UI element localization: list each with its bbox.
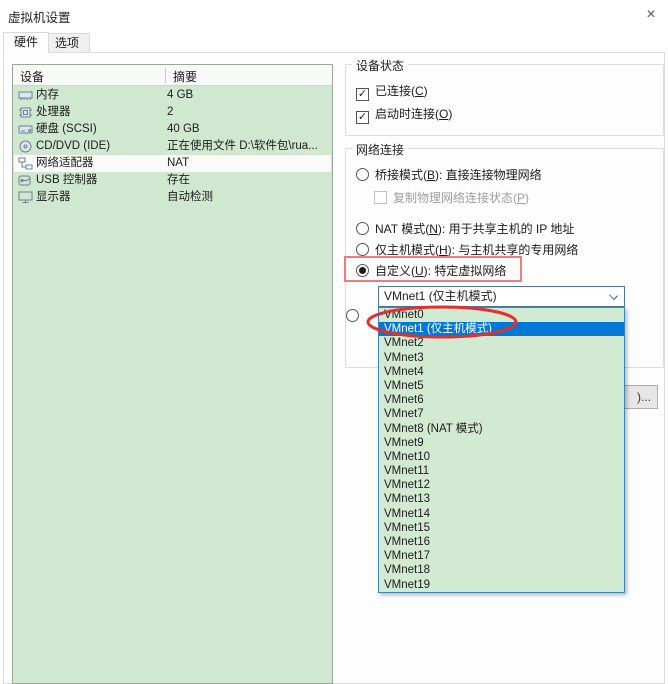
checkbox-unchecked-icon bbox=[374, 191, 387, 204]
dropdown-item[interactable]: VMnet10 bbox=[379, 450, 624, 464]
tab-options[interactable]: 选项 bbox=[44, 33, 91, 53]
dropdown-item[interactable]: VMnet7 bbox=[379, 407, 624, 421]
column-divider bbox=[165, 68, 166, 83]
device-row-harddisk[interactable]: 硬盘 (SCSI) 40 GB bbox=[14, 121, 331, 138]
radio-bridged[interactable]: 桥接模式(B): 直接连接物理网络 bbox=[356, 166, 542, 183]
device-row-display[interactable]: 显示器 自动检测 bbox=[14, 189, 331, 206]
radio-icon bbox=[356, 222, 369, 235]
radio-nat[interactable]: NAT 模式(N): 用于共享主机的 IP 地址 bbox=[356, 220, 574, 237]
device-status-group-label: 设备状态 bbox=[352, 57, 409, 74]
dropdown-item[interactable]: VMnet18 bbox=[379, 563, 624, 577]
vmnet-dropdown-list[interactable]: VMnet0 VMnet1 (仅主机模式) VMnet2 VMnet3 VMne… bbox=[378, 307, 625, 593]
dropdown-item[interactable]: VMnet2 bbox=[379, 336, 624, 350]
checkbox-checked-icon: ✓ bbox=[356, 111, 369, 124]
checkbox-replicate-state[interactable]: 复制物理网络连接状态(P) bbox=[374, 189, 529, 206]
device-row-network-adapter[interactable]: 网络适配器 NAT bbox=[14, 155, 331, 172]
cd-dvd-icon bbox=[18, 140, 33, 153]
device-row-processor[interactable]: 处理器 2 bbox=[14, 104, 331, 121]
device-row-cd-dvd[interactable]: CD/DVD (IDE) 正在使用文件 D:\软件包\rua... bbox=[14, 138, 331, 155]
processor-icon bbox=[18, 106, 33, 119]
radio-custom[interactable]: 自定义(U): 特定虚拟网络 bbox=[356, 262, 506, 279]
dropdown-item[interactable]: VMnet8 (NAT 模式) bbox=[379, 422, 624, 436]
dropdown-item[interactable]: VMnet4 bbox=[379, 365, 624, 379]
dropdown-item-selected[interactable]: VMnet1 (仅主机模式) bbox=[379, 322, 624, 337]
memory-icon bbox=[18, 89, 33, 102]
device-row-memory[interactable]: 内存 4 GB bbox=[14, 87, 331, 104]
chevron-down-icon bbox=[609, 291, 618, 300]
column-header-summary: 摘要 bbox=[173, 70, 198, 84]
radio-selected-icon bbox=[356, 264, 369, 277]
device-row-usb-controller[interactable]: USB 控制器 存在 bbox=[14, 172, 331, 189]
window-title: 虚拟机设置 bbox=[8, 11, 71, 25]
vmnet-combobox[interactable]: VMnet1 (仅主机模式) bbox=[378, 286, 625, 307]
network-connection-group-label: 网络连接 bbox=[352, 141, 409, 158]
radio-lan-segment[interactable] bbox=[346, 309, 359, 322]
radio-icon bbox=[356, 243, 369, 256]
dropdown-item[interactable]: VMnet13 bbox=[379, 492, 624, 506]
dropdown-item[interactable]: VMnet11 bbox=[379, 464, 624, 478]
dropdown-item[interactable]: VMnet17 bbox=[379, 549, 624, 563]
display-icon bbox=[18, 191, 33, 204]
network-adapter-icon bbox=[18, 157, 33, 170]
dropdown-item[interactable]: VMnet16 bbox=[379, 535, 624, 549]
usb-icon bbox=[18, 174, 33, 187]
radio-icon bbox=[356, 168, 369, 181]
dropdown-item[interactable]: VMnet14 bbox=[379, 507, 624, 521]
column-header-device: 设备 bbox=[20, 70, 45, 84]
checkbox-checked-icon: ✓ bbox=[356, 88, 369, 101]
checkbox-connect-at-power-on[interactable]: ✓ 启动时连接(O) bbox=[356, 105, 452, 124]
dropdown-item[interactable]: VMnet5 bbox=[379, 379, 624, 393]
radio-host-only[interactable]: 仅主机模式(H): 与主机共享的专用网络 bbox=[356, 241, 578, 258]
dropdown-item[interactable]: VMnet0 bbox=[379, 308, 624, 322]
dropdown-item[interactable]: VMnet6 bbox=[379, 393, 624, 407]
tab-hardware[interactable]: 硬件 bbox=[3, 32, 50, 53]
harddisk-icon bbox=[18, 123, 33, 136]
checkbox-connected[interactable]: ✓ 已连接(C) bbox=[356, 82, 428, 101]
device-list[interactable]: 设备 摘要 内存 4 GB 处理器 2 硬盘 (SCSI) 40 GB CD/D… bbox=[12, 64, 333, 684]
close-icon[interactable]: × bbox=[639, 4, 663, 26]
dropdown-item[interactable]: VMnet9 bbox=[379, 436, 624, 450]
dropdown-item[interactable]: VMnet15 bbox=[379, 521, 624, 535]
dropdown-item[interactable]: VMnet3 bbox=[379, 351, 624, 365]
dropdown-item[interactable]: VMnet19 bbox=[379, 578, 624, 592]
device-list-header: 设备 摘要 bbox=[13, 65, 332, 86]
dropdown-item[interactable]: VMnet12 bbox=[379, 478, 624, 492]
